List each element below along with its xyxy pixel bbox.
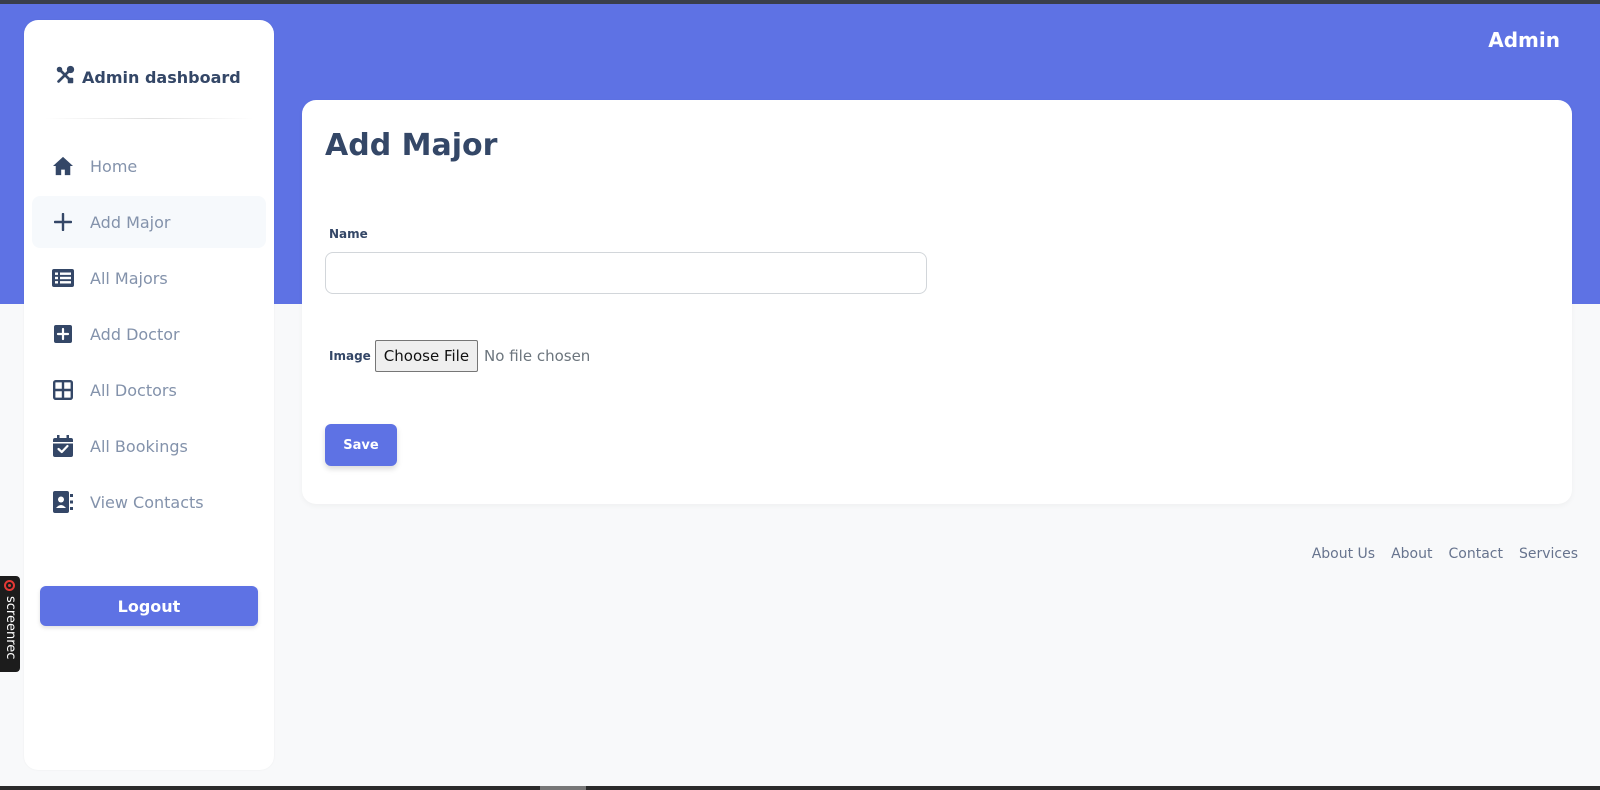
scroll-marker bbox=[540, 786, 586, 790]
tools-icon bbox=[54, 64, 76, 91]
grid-icon bbox=[52, 379, 74, 401]
plus-square-icon bbox=[52, 323, 74, 345]
home-icon bbox=[52, 155, 74, 177]
sidebar: Admin dashboard Home Add Major All Major… bbox=[24, 20, 274, 770]
sidebar-item-label: Add Doctor bbox=[90, 324, 180, 344]
sidebar-item-all-bookings[interactable]: All Bookings bbox=[32, 420, 266, 472]
file-status: No file chosen bbox=[484, 347, 591, 365]
address-book-icon bbox=[52, 491, 74, 513]
list-icon bbox=[52, 267, 74, 289]
add-major-card: Add Major Name Image Choose File No file… bbox=[302, 100, 1572, 504]
image-label: Image bbox=[329, 349, 371, 363]
footer-links: About Us About Contact Services bbox=[1312, 546, 1578, 562]
footer-link-about[interactable]: About bbox=[1391, 546, 1432, 562]
sidebar-nav: Home Add Major All Majors Add Doctor All… bbox=[32, 140, 266, 532]
sidebar-item-label: All Doctors bbox=[90, 380, 177, 400]
screenrec-label: screenrec bbox=[3, 596, 18, 660]
choose-file-button[interactable]: Choose File bbox=[374, 340, 479, 372]
logout-button[interactable]: Logout bbox=[40, 586, 258, 626]
name-input[interactable] bbox=[325, 252, 927, 294]
name-label: Name bbox=[329, 227, 368, 241]
save-button[interactable]: Save bbox=[325, 424, 397, 466]
page-title: Add Major bbox=[325, 128, 498, 163]
sidebar-item-label: All Majors bbox=[90, 268, 168, 288]
footer-link-about-us[interactable]: About Us bbox=[1312, 546, 1375, 562]
sidebar-brand[interactable]: Admin dashboard bbox=[54, 64, 241, 91]
sidebar-item-label: Home bbox=[90, 156, 138, 176]
sidebar-divider bbox=[44, 118, 254, 119]
sidebar-item-label: View Contacts bbox=[90, 492, 204, 512]
sidebar-item-home[interactable]: Home bbox=[32, 140, 266, 192]
sidebar-item-all-majors[interactable]: All Majors bbox=[32, 252, 266, 304]
brand-title: Admin dashboard bbox=[82, 68, 241, 87]
footer-link-services[interactable]: Services bbox=[1519, 546, 1578, 562]
sidebar-item-label: Add Major bbox=[90, 212, 171, 232]
sidebar-item-view-contacts[interactable]: View Contacts bbox=[32, 476, 266, 528]
plus-icon bbox=[52, 211, 74, 233]
sidebar-item-label: All Bookings bbox=[90, 436, 188, 456]
sidebar-item-all-doctors[interactable]: All Doctors bbox=[32, 364, 266, 416]
sidebar-item-add-major[interactable]: Add Major bbox=[32, 196, 266, 248]
record-icon bbox=[4, 580, 15, 591]
footer-link-contact[interactable]: Contact bbox=[1448, 546, 1502, 562]
screenrec-tab[interactable]: screenrec bbox=[0, 576, 20, 672]
calendar-check-icon bbox=[52, 435, 74, 457]
sidebar-item-add-doctor[interactable]: Add Doctor bbox=[32, 308, 266, 360]
window-bottom-border bbox=[0, 786, 1600, 790]
image-field: Image Choose File No file chosen bbox=[329, 340, 590, 372]
admin-user-label[interactable]: Admin bbox=[1488, 28, 1560, 52]
